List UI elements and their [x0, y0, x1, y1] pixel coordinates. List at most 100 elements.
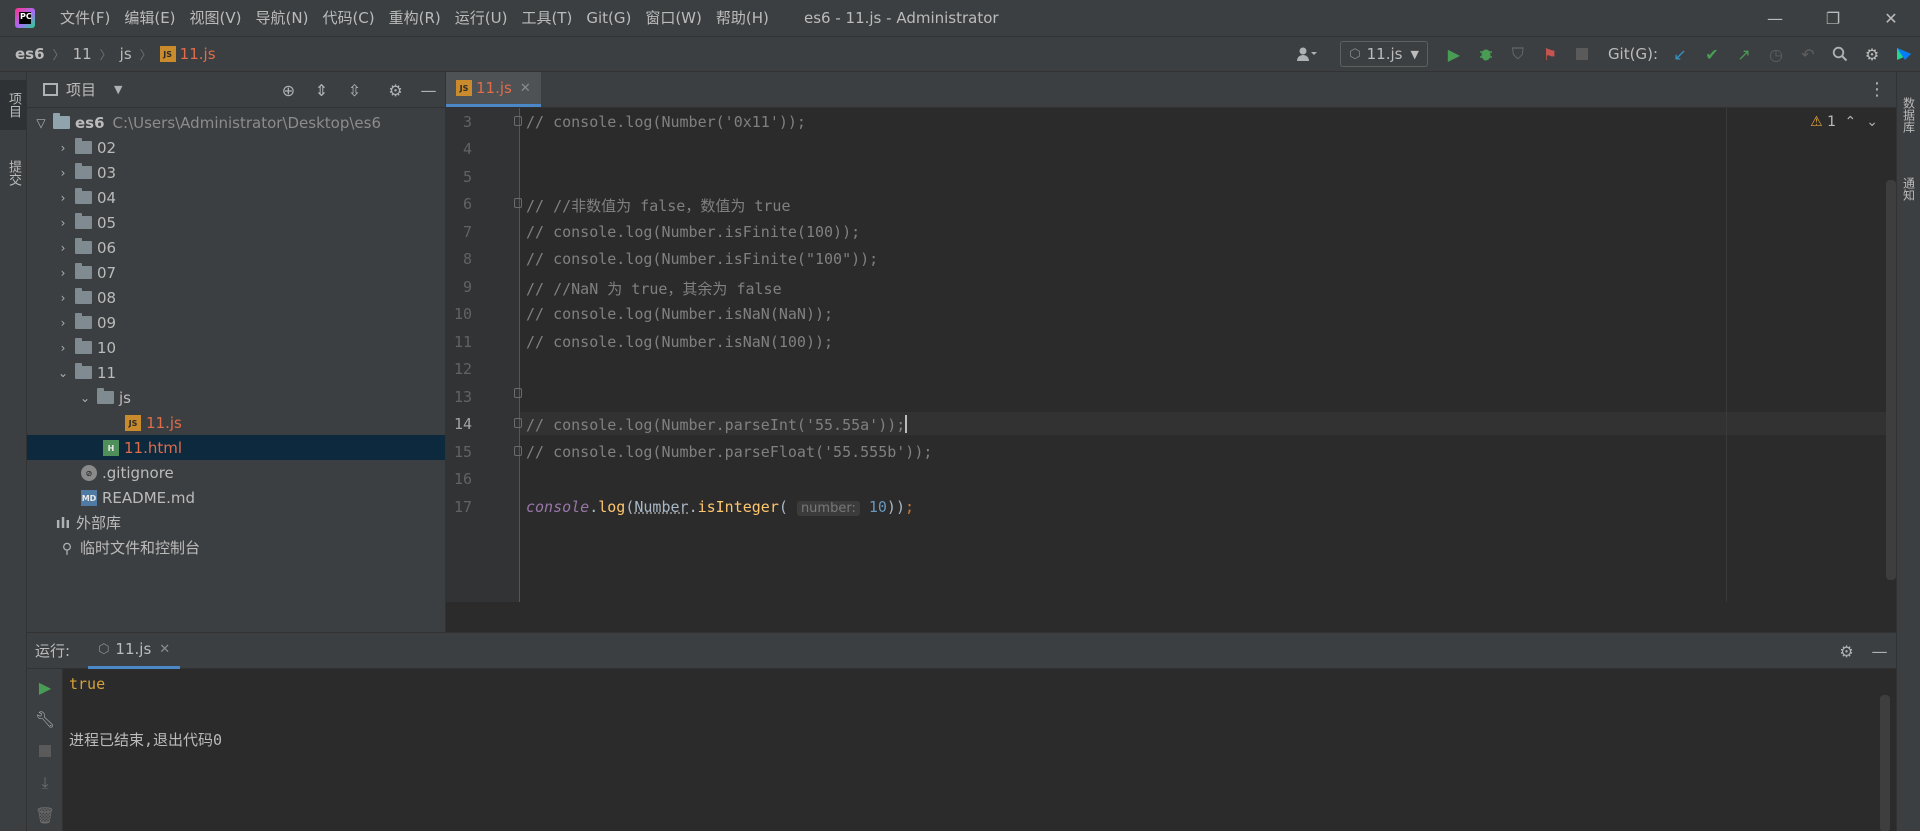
close-tab-icon[interactable]: ✕: [159, 642, 170, 657]
chevron-right-icon[interactable]: ›: [55, 291, 71, 305]
tree-item-folder-03[interactable]: › 03: [27, 160, 445, 185]
close-icon[interactable]: ✕: [1862, 0, 1920, 36]
chevron-down-icon[interactable]: ⌄: [55, 366, 71, 380]
chevron-right-icon[interactable]: ›: [55, 191, 71, 205]
chevron-right-icon[interactable]: ›: [55, 141, 71, 155]
git-rollback-icon[interactable]: ↶: [1792, 37, 1824, 71]
console-scrollbar[interactable]: [1880, 695, 1890, 831]
breadcrumb-separator-icon: 〉: [52, 47, 65, 62]
chevron-right-icon[interactable]: ›: [55, 341, 71, 355]
chevron-right-icon[interactable]: ›: [55, 216, 71, 230]
breadcrumb-file[interactable]: 11.js: [180, 45, 216, 63]
tree-item-gitignore[interactable]: ⊘ .gitignore: [27, 460, 445, 485]
chevron-right-icon[interactable]: ›: [55, 266, 71, 280]
tree-item-folder-11[interactable]: ⌄ 11: [27, 360, 445, 385]
tree-item-folder-06[interactable]: › 06: [27, 235, 445, 260]
chevron-right-icon[interactable]: ›: [55, 166, 71, 180]
git-update-icon[interactable]: ↙: [1664, 37, 1696, 71]
tree-item-readme[interactable]: MD README.md: [27, 485, 445, 510]
hide-panel-icon[interactable]: —: [1863, 633, 1896, 669]
search-icon[interactable]: [1824, 37, 1856, 71]
code-line-17: console.log(Number.isInteger( number: 10…: [526, 498, 914, 516]
tree-item-folder-05[interactable]: › 05: [27, 210, 445, 235]
fold-marker-icon[interactable]: [514, 198, 522, 208]
collapse-all-icon[interactable]: ⇳: [338, 72, 371, 108]
wrench-icon[interactable]: 🔧︎: [27, 703, 63, 735]
tree-item-folder-02[interactable]: › 02: [27, 135, 445, 160]
tree-item-folder-07[interactable]: › 07: [27, 260, 445, 285]
tree-item-folder-09[interactable]: › 09: [27, 310, 445, 335]
trash-icon[interactable]: 🗑︎: [27, 799, 63, 831]
editor-scrollbar[interactable]: [1886, 180, 1896, 580]
fold-marker-icon[interactable]: [514, 446, 522, 456]
menu-tools[interactable]: 工具(T): [514, 0, 579, 36]
run-configuration-selector[interactable]: ⬡ 11.js ▼: [1340, 41, 1428, 67]
settings-gear-icon[interactable]: ⚙: [1856, 37, 1888, 71]
project-panel-title[interactable]: 项目: [66, 79, 96, 100]
tree-item-folder-04[interactable]: › 04: [27, 185, 445, 210]
locate-file-icon[interactable]: ⊕: [272, 72, 305, 108]
coverage-icon[interactable]: ⛉: [1502, 37, 1534, 71]
scroll-to-end-icon[interactable]: ⤓: [27, 767, 63, 799]
rerun-icon[interactable]: ▶: [27, 671, 63, 703]
menu-edit[interactable]: 编辑(E): [117, 0, 182, 36]
menu-git[interactable]: Git(G): [579, 0, 638, 36]
close-tab-icon[interactable]: ✕: [520, 81, 531, 96]
menu-code[interactable]: 代码(C): [315, 0, 381, 36]
code-editor[interactable]: 3 4 5 6 7 8 9 10 11 12 13 14 15 16 17 //…: [446, 108, 1896, 602]
fold-marker-icon[interactable]: [514, 388, 522, 398]
breadcrumb-folder-js[interactable]: js: [120, 45, 132, 63]
run-icon[interactable]: ▶: [1438, 37, 1470, 71]
chevron-down-icon[interactable]: ▼: [114, 83, 122, 96]
profile-icon[interactable]: ⚑: [1534, 37, 1566, 71]
tree-item-scratches[interactable]: ⚲ 临时文件和控制台: [27, 535, 445, 560]
minimize-icon[interactable]: —: [1746, 0, 1804, 36]
tree-item-folder-08[interactable]: › 08: [27, 285, 445, 310]
tool-tab-commit[interactable]: 提交: [0, 148, 27, 198]
tree-item-folder-10[interactable]: › 10: [27, 335, 445, 360]
breadcrumb-folder-11[interactable]: 11: [73, 45, 92, 63]
account-icon[interactable]: [1284, 37, 1330, 71]
fold-marker-icon[interactable]: [514, 116, 522, 126]
menu-help[interactable]: 帮助(H): [709, 0, 776, 36]
tree-item-file-11-js[interactable]: JS 11.js: [27, 410, 445, 435]
git-history-icon[interactable]: ◷: [1760, 37, 1792, 71]
tree-item-root[interactable]: ▽ es6 C:\Users\Administrator\Desktop\es6: [27, 110, 445, 135]
menu-window[interactable]: 窗口(W): [638, 0, 709, 36]
menu-run[interactable]: 运行(U): [448, 0, 515, 36]
tree-item-label: README.md: [102, 488, 196, 507]
menu-refactor[interactable]: 重构(R): [382, 0, 448, 36]
menu-file[interactable]: 文件(F): [53, 0, 117, 36]
more-options-icon[interactable]: ⋮: [1868, 72, 1886, 108]
tree-item-external-libraries[interactable]: ılı 外部库: [27, 510, 445, 535]
chevron-up-icon[interactable]: ⌃: [1845, 114, 1867, 130]
expand-all-icon[interactable]: ⇕: [305, 72, 338, 108]
git-push-icon[interactable]: ↗: [1728, 37, 1760, 71]
breadcrumb-project[interactable]: es6: [15, 45, 45, 63]
menu-navigate[interactable]: 导航(N): [249, 0, 316, 36]
options-gear-icon[interactable]: ⚙: [379, 72, 412, 108]
stop-icon[interactable]: [1566, 37, 1598, 71]
restore-icon[interactable]: ❐: [1804, 0, 1862, 36]
tool-tab-project[interactable]: 项目: [0, 80, 27, 130]
menu-view[interactable]: 视图(V): [183, 0, 249, 36]
tool-tab-database[interactable]: 数据库: [1897, 80, 1920, 150]
tree-item-file-11-html[interactable]: H 11.html: [27, 435, 445, 460]
inspection-widget[interactable]: ⚠ 1: [1810, 114, 1836, 130]
jetbrains-toolbox-icon[interactable]: [1888, 37, 1920, 71]
stop-icon[interactable]: [27, 735, 63, 767]
chevron-down-icon[interactable]: ▽: [33, 116, 49, 130]
debug-icon[interactable]: [1470, 37, 1502, 71]
hide-panel-icon[interactable]: —: [412, 72, 445, 108]
chevron-down-icon[interactable]: ⌄: [1866, 114, 1888, 130]
tool-tab-notifications[interactable]: 通知: [1897, 164, 1920, 214]
git-commit-icon[interactable]: ✔: [1696, 37, 1728, 71]
fold-marker-icon[interactable]: [514, 418, 522, 428]
chevron-right-icon[interactable]: ›: [55, 316, 71, 330]
settings-gear-icon[interactable]: ⚙: [1830, 633, 1863, 669]
chevron-down-icon[interactable]: ⌄: [77, 391, 93, 405]
chevron-right-icon[interactable]: ›: [55, 241, 71, 255]
editor-tab-11-js[interactable]: JS 11.js ✕: [446, 72, 541, 107]
tree-item-folder-js[interactable]: ⌄ js: [27, 385, 445, 410]
run-tab-11-js[interactable]: ⬡ 11.js ✕: [88, 633, 181, 669]
